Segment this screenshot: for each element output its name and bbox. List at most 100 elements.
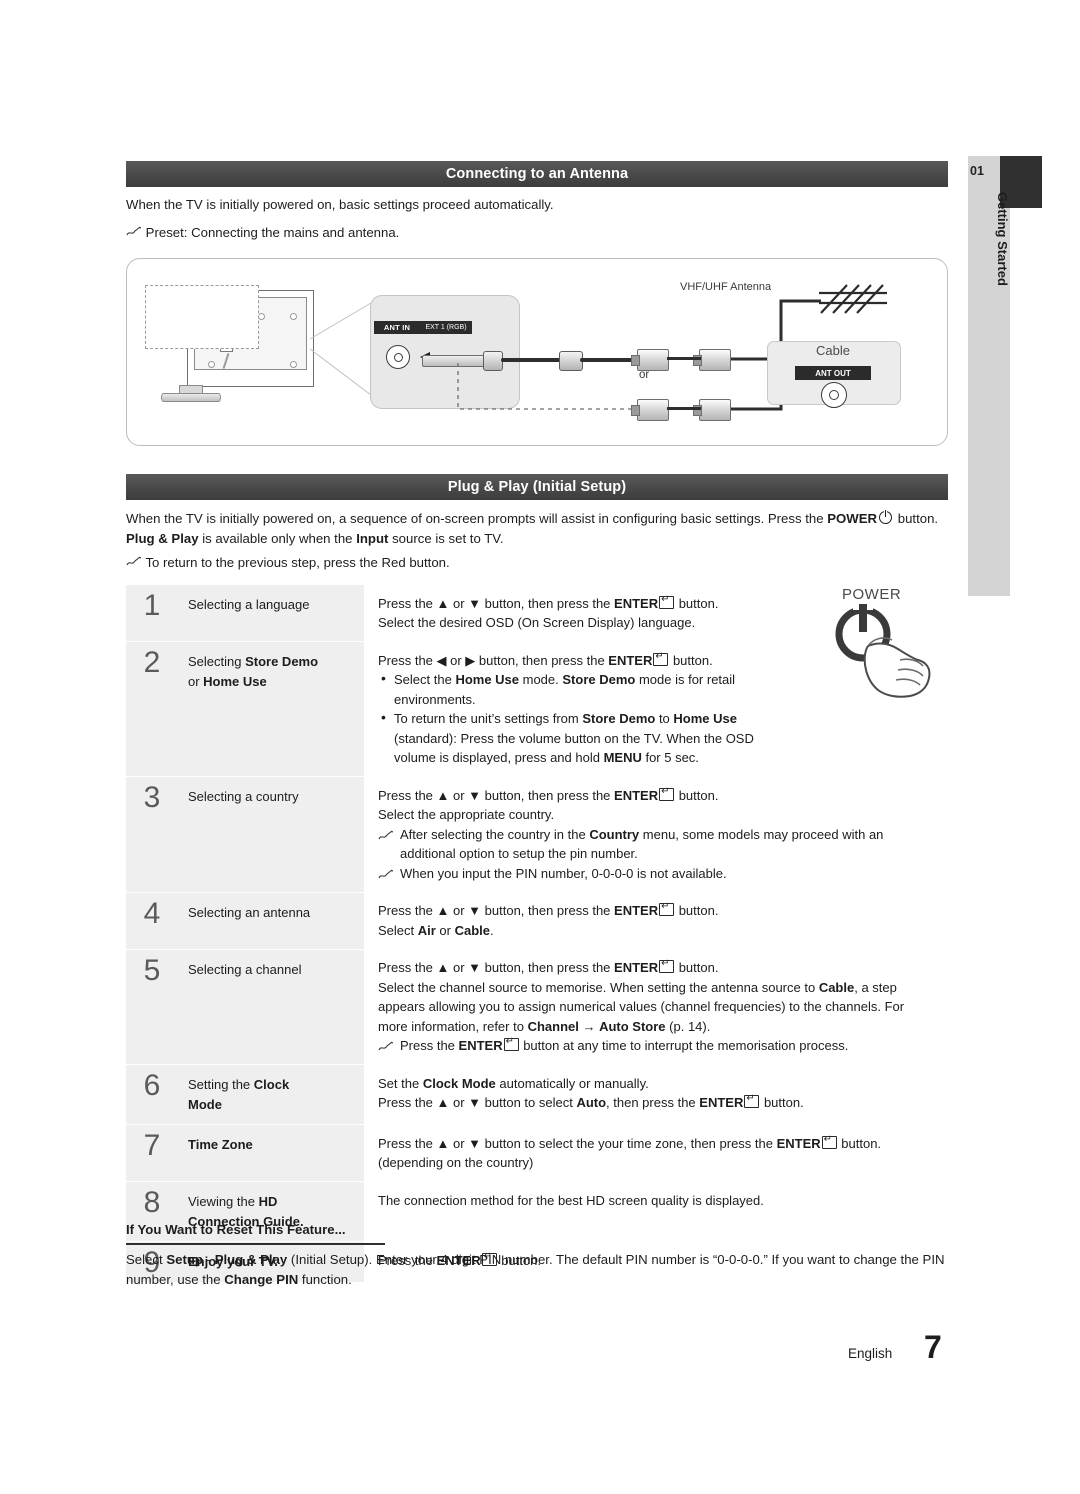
table-row: 5 Selecting a channel Press the ▲ or ▼ but… — [126, 948, 948, 1065]
step-text-line: (standard): Press the volume button on t… — [394, 730, 754, 746]
tv-port-dot — [258, 313, 265, 320]
step-text-line: Set the Clock Mode automatically or manu… — [378, 1075, 649, 1091]
ant-out-label: ANT OUT — [795, 366, 871, 380]
antenna-icon — [819, 284, 887, 314]
tv-port-dot — [290, 361, 297, 368]
antenna-plug-male — [631, 349, 669, 371]
step-number: 2 — [126, 641, 178, 777]
enter-key-icon — [744, 1093, 760, 1108]
section-header-plugplay-title: Plug & Play (Initial Setup) — [447, 479, 627, 495]
enter-key-icon — [659, 901, 675, 916]
step-label: Time Zone — [178, 1124, 364, 1182]
step-text-line: Press the ▲ or ▼ button to select the yo… — [378, 1134, 944, 1154]
enter-key-icon — [503, 1036, 519, 1051]
step-number: 5 — [126, 948, 178, 1065]
step-description: Press the ▲ or ▼ button, then press the … — [364, 776, 948, 892]
section-header-antenna-title: Connecting to an Antenna — [445, 166, 629, 182]
plug-link — [667, 407, 701, 410]
manual-page: 01 Getting Started Connecting to an Ante… — [0, 0, 1080, 1494]
step-text-line: Press the ▲ or ▼ button, then press the … — [378, 901, 944, 921]
step-number: 1 — [126, 584, 178, 642]
step-text-line: appears allowing you to assign numerical… — [378, 999, 905, 1014]
reset-feature-heading: If You Want to Reset This Feature... — [126, 1222, 346, 1237]
table-row: 7 Time Zone Press the ▲ or ▼ button to sel… — [126, 1124, 948, 1182]
reset-feature-underline — [126, 1243, 385, 1245]
section-header-plugplay: Plug & Play (Initial Setup) — [126, 474, 948, 500]
plugplay-intro-b: button. — [894, 511, 939, 526]
tv-stand-base — [161, 393, 221, 402]
section-header-antenna: Connecting to an Antenna — [126, 161, 948, 187]
table-row: 4 Selecting an antenna Press the ▲ or ▼ bu… — [126, 891, 948, 949]
or-label-diagram: or — [639, 369, 650, 381]
table-row: 2 Selecting Store Demo or Home Use Press th… — [126, 641, 948, 777]
step-text-line: additional option to setup the pin numbe… — [400, 846, 638, 861]
enter-key-icon — [659, 958, 675, 973]
footer-language: English — [848, 1346, 893, 1361]
table-row: 6 Setting the Clock Mode Set the Clock Mode… — [126, 1064, 948, 1125]
step-text-line: more information, refer to Channel → Aut… — [378, 1018, 711, 1034]
table-row: 3 Selecting a country Press the ▲ or ▼ but… — [126, 776, 948, 892]
note-icon — [378, 867, 394, 887]
side-tab-label: Getting Started — [995, 192, 1010, 286]
tv-port-dot — [290, 313, 297, 320]
step-label: Selecting a country — [178, 776, 364, 892]
reset-feature-body: Select Setup - Plug & Play (Initial Setu… — [126, 1250, 948, 1290]
step-text-line: After selecting the country in the Count… — [378, 825, 944, 845]
plugplay-intro-a: When the TV is initially powered on, a s… — [126, 511, 828, 526]
enter-key-icon — [659, 786, 675, 801]
step-text-line: Press the ENTER button at any time to in… — [378, 1036, 944, 1056]
step-text-line: volume is displayed, press and hold MENU… — [394, 750, 699, 765]
plugplay-note: To return to the previous step, press th… — [126, 553, 948, 573]
antenna-connection-diagram: ANT IN EXT 1 (RGB) or VHF/UHF Antenna Ca… — [126, 258, 948, 446]
step-text-line: Press the ▲ or ▼ button, then press the … — [378, 958, 944, 978]
step-number: 3 — [126, 776, 178, 892]
antenna-intro-line: When the TV is initially powered on, bas… — [126, 195, 946, 215]
vhf-uhf-antenna-label: VHF/UHF Antenna — [680, 281, 772, 293]
step-label: Setting the Clock Mode — [178, 1064, 364, 1125]
ant-in-label: ANT IN — [374, 321, 420, 334]
note-icon — [378, 1039, 394, 1059]
step-number: 6 — [126, 1064, 178, 1125]
step-label: Selecting a channel — [178, 948, 364, 1065]
reset-changepin-word: Change PIN — [224, 1272, 299, 1287]
power-button-illustration: POWER — [828, 586, 948, 726]
plugplay-note-text: To return to the previous step, press th… — [145, 555, 450, 570]
note-icon — [126, 556, 142, 568]
reset-line1-c: (Initial Setup). Enter your 4 digit PIN … — [287, 1252, 850, 1267]
step-text-line: Press the ▲ or ▼ button to select Auto, … — [378, 1093, 944, 1113]
alternate-path-dashed — [457, 363, 641, 410]
plugplay-power-word: POWER — [827, 511, 878, 526]
ant-out-port — [821, 382, 847, 408]
enter-key-icon — [659, 594, 675, 609]
ext1-rgb-label: EXT 1 (RGB) — [420, 321, 472, 334]
step-description: Press the ▲ or ▼ button, then press the … — [364, 892, 948, 949]
power-hand-icon — [835, 600, 931, 698]
reset-line1-b: - — [202, 1252, 215, 1267]
note-icon — [126, 226, 142, 238]
step-text-line: Select the appropriate country. — [378, 807, 555, 822]
step-label: Selecting an antenna — [178, 891, 364, 949]
plugplay-input-word: Input — [356, 531, 389, 546]
enter-key-icon — [653, 651, 669, 666]
power-graphic-label: POWER — [842, 586, 902, 603]
step-text-line: Press the ▲ or ▼ button, then press the … — [378, 786, 944, 806]
step-text-line: The connection method for the best HD sc… — [378, 1192, 764, 1208]
step-description: Press the ▲ or ▼ button, then press the … — [364, 949, 948, 1065]
plugplay-intro: When the TV is initially powered on, a s… — [126, 509, 948, 549]
step-text-line: Select Air or Cable. — [378, 922, 494, 938]
reset-line2-b: function. — [298, 1272, 352, 1287]
antenna-note-text: Preset: Connecting the mains and antenna… — [145, 225, 400, 240]
plugplay-pp-word: Plug & Play — [126, 531, 199, 546]
plug-play-steps-table: 1 Selecting a language Press the ▲ or ▼ bu… — [126, 584, 948, 1282]
plugplay-intro-d: source is set to TV. — [388, 531, 504, 546]
reset-pp-word: Plug & Play — [214, 1252, 288, 1267]
tv-port-dot — [208, 361, 215, 368]
power-symbol-icon — [879, 509, 893, 524]
callout-leader-lines — [309, 302, 372, 396]
antenna-note-line: Preset: Connecting the mains and antenna… — [126, 223, 946, 243]
cable-plug-male — [631, 399, 669, 421]
coax-input-port — [386, 345, 410, 369]
step-description: The connection method for the best HD sc… — [364, 1181, 948, 1242]
step-number: 4 — [126, 891, 178, 949]
reset-line1-a: Select — [126, 1252, 167, 1267]
